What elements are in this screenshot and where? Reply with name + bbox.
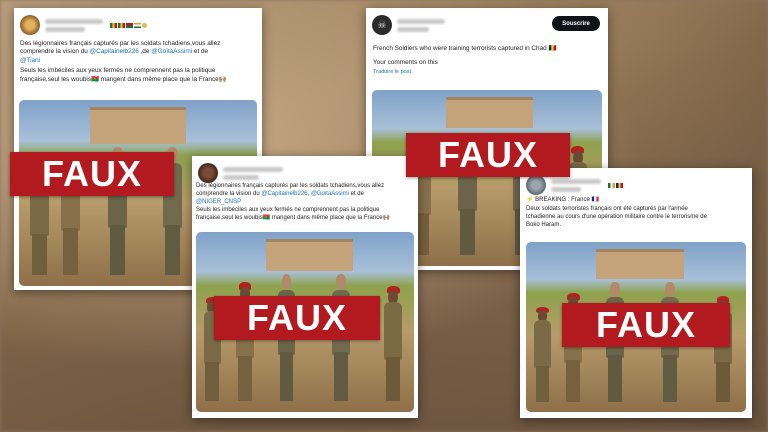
mention-link[interactable]: @Tiani xyxy=(20,57,258,65)
post-line: Your comments on this xyxy=(373,59,438,67)
mention-link[interactable]: @Capitainelb226 xyxy=(90,48,139,55)
post-line: ⚡ BREAKING : France 🇫🇷 xyxy=(526,197,599,203)
blurred-username xyxy=(397,18,445,32)
text-span: ,de xyxy=(138,48,152,56)
avatar[interactable]: ☠ xyxy=(372,15,392,35)
mention-link[interactable]: @NIGER_CNSP xyxy=(196,198,416,206)
soldier-figure xyxy=(383,286,403,402)
faux-stamp: FAUX xyxy=(214,296,380,340)
blurred-username xyxy=(45,18,103,32)
post-line: française,seul les woubis🇧🇫 mangent dans… xyxy=(196,215,391,221)
faux-stamp: FAUX xyxy=(10,152,174,196)
building xyxy=(445,97,533,129)
building xyxy=(90,107,186,144)
post-line: French Soldiers who were training terror… xyxy=(373,45,557,52)
post-line: tchadienne au cours d'une opération mili… xyxy=(526,214,707,220)
post-line: Des légionnaires français capturés par l… xyxy=(196,183,385,189)
blurred-username xyxy=(551,178,601,192)
post-text: Des légionnaires français capturés par l… xyxy=(196,182,416,222)
subscribe-button[interactable]: Souscrire xyxy=(552,16,600,31)
avatar[interactable] xyxy=(526,175,546,195)
post-text: French Soldiers who were training terror… xyxy=(373,45,603,76)
text-span: et de xyxy=(348,191,364,197)
mention-link[interactable]: @GoïtaAssimi xyxy=(151,48,192,55)
mention-link[interactable]: @GoitaAssimi xyxy=(311,191,349,197)
post-line: Seuls les imbéciles aux yeux fermés ne c… xyxy=(20,67,216,75)
translate-link[interactable]: Traduire le post xyxy=(373,68,603,76)
post-line: française,seul les woubis🇧🇫 mangent dans… xyxy=(20,75,227,83)
post-line: Des légionnaires français capturés par l… xyxy=(20,40,221,47)
post-card-4: ⚡ BREAKING : France 🇫🇷 Deux soldats terr… xyxy=(520,168,752,418)
soldier-figure xyxy=(533,306,553,402)
post-line: Seuls les imbéciles aux yeux fermés ne c… xyxy=(196,207,380,213)
post-header: ☠ xyxy=(372,13,445,37)
mention-link[interactable]: @Capitainelb226 xyxy=(261,191,307,197)
avatar[interactable] xyxy=(198,163,218,183)
text-span: et de xyxy=(192,48,209,56)
faux-stamp: FAUX xyxy=(562,303,730,347)
building xyxy=(596,248,685,279)
post-text: Des légionnaires français capturés par l… xyxy=(20,40,258,84)
building xyxy=(265,239,353,271)
avatar[interactable] xyxy=(20,15,40,35)
post-line: comprendre la vision du @Capitainelb226 … xyxy=(20,48,258,56)
faux-stamp: FAUX xyxy=(406,133,570,177)
post-line: Boko Haram. xyxy=(526,222,562,228)
text-span: comprendre la vision du xyxy=(20,48,90,56)
post-card-3: Des légionnaires français capturés par l… xyxy=(192,156,418,418)
post-line: Deux soldats terroristes français ont ét… xyxy=(526,206,688,212)
post-line: comprendre la vision du @Capitainelb226,… xyxy=(196,190,416,198)
text-span: comprendre la vision du xyxy=(196,191,262,197)
post-header xyxy=(20,13,147,37)
flag-emojis xyxy=(110,22,147,28)
post-text: ⚡ BREAKING : France 🇫🇷 Deux soldats terr… xyxy=(526,196,748,229)
flag-emojis xyxy=(608,182,623,188)
blurred-username xyxy=(223,166,283,180)
